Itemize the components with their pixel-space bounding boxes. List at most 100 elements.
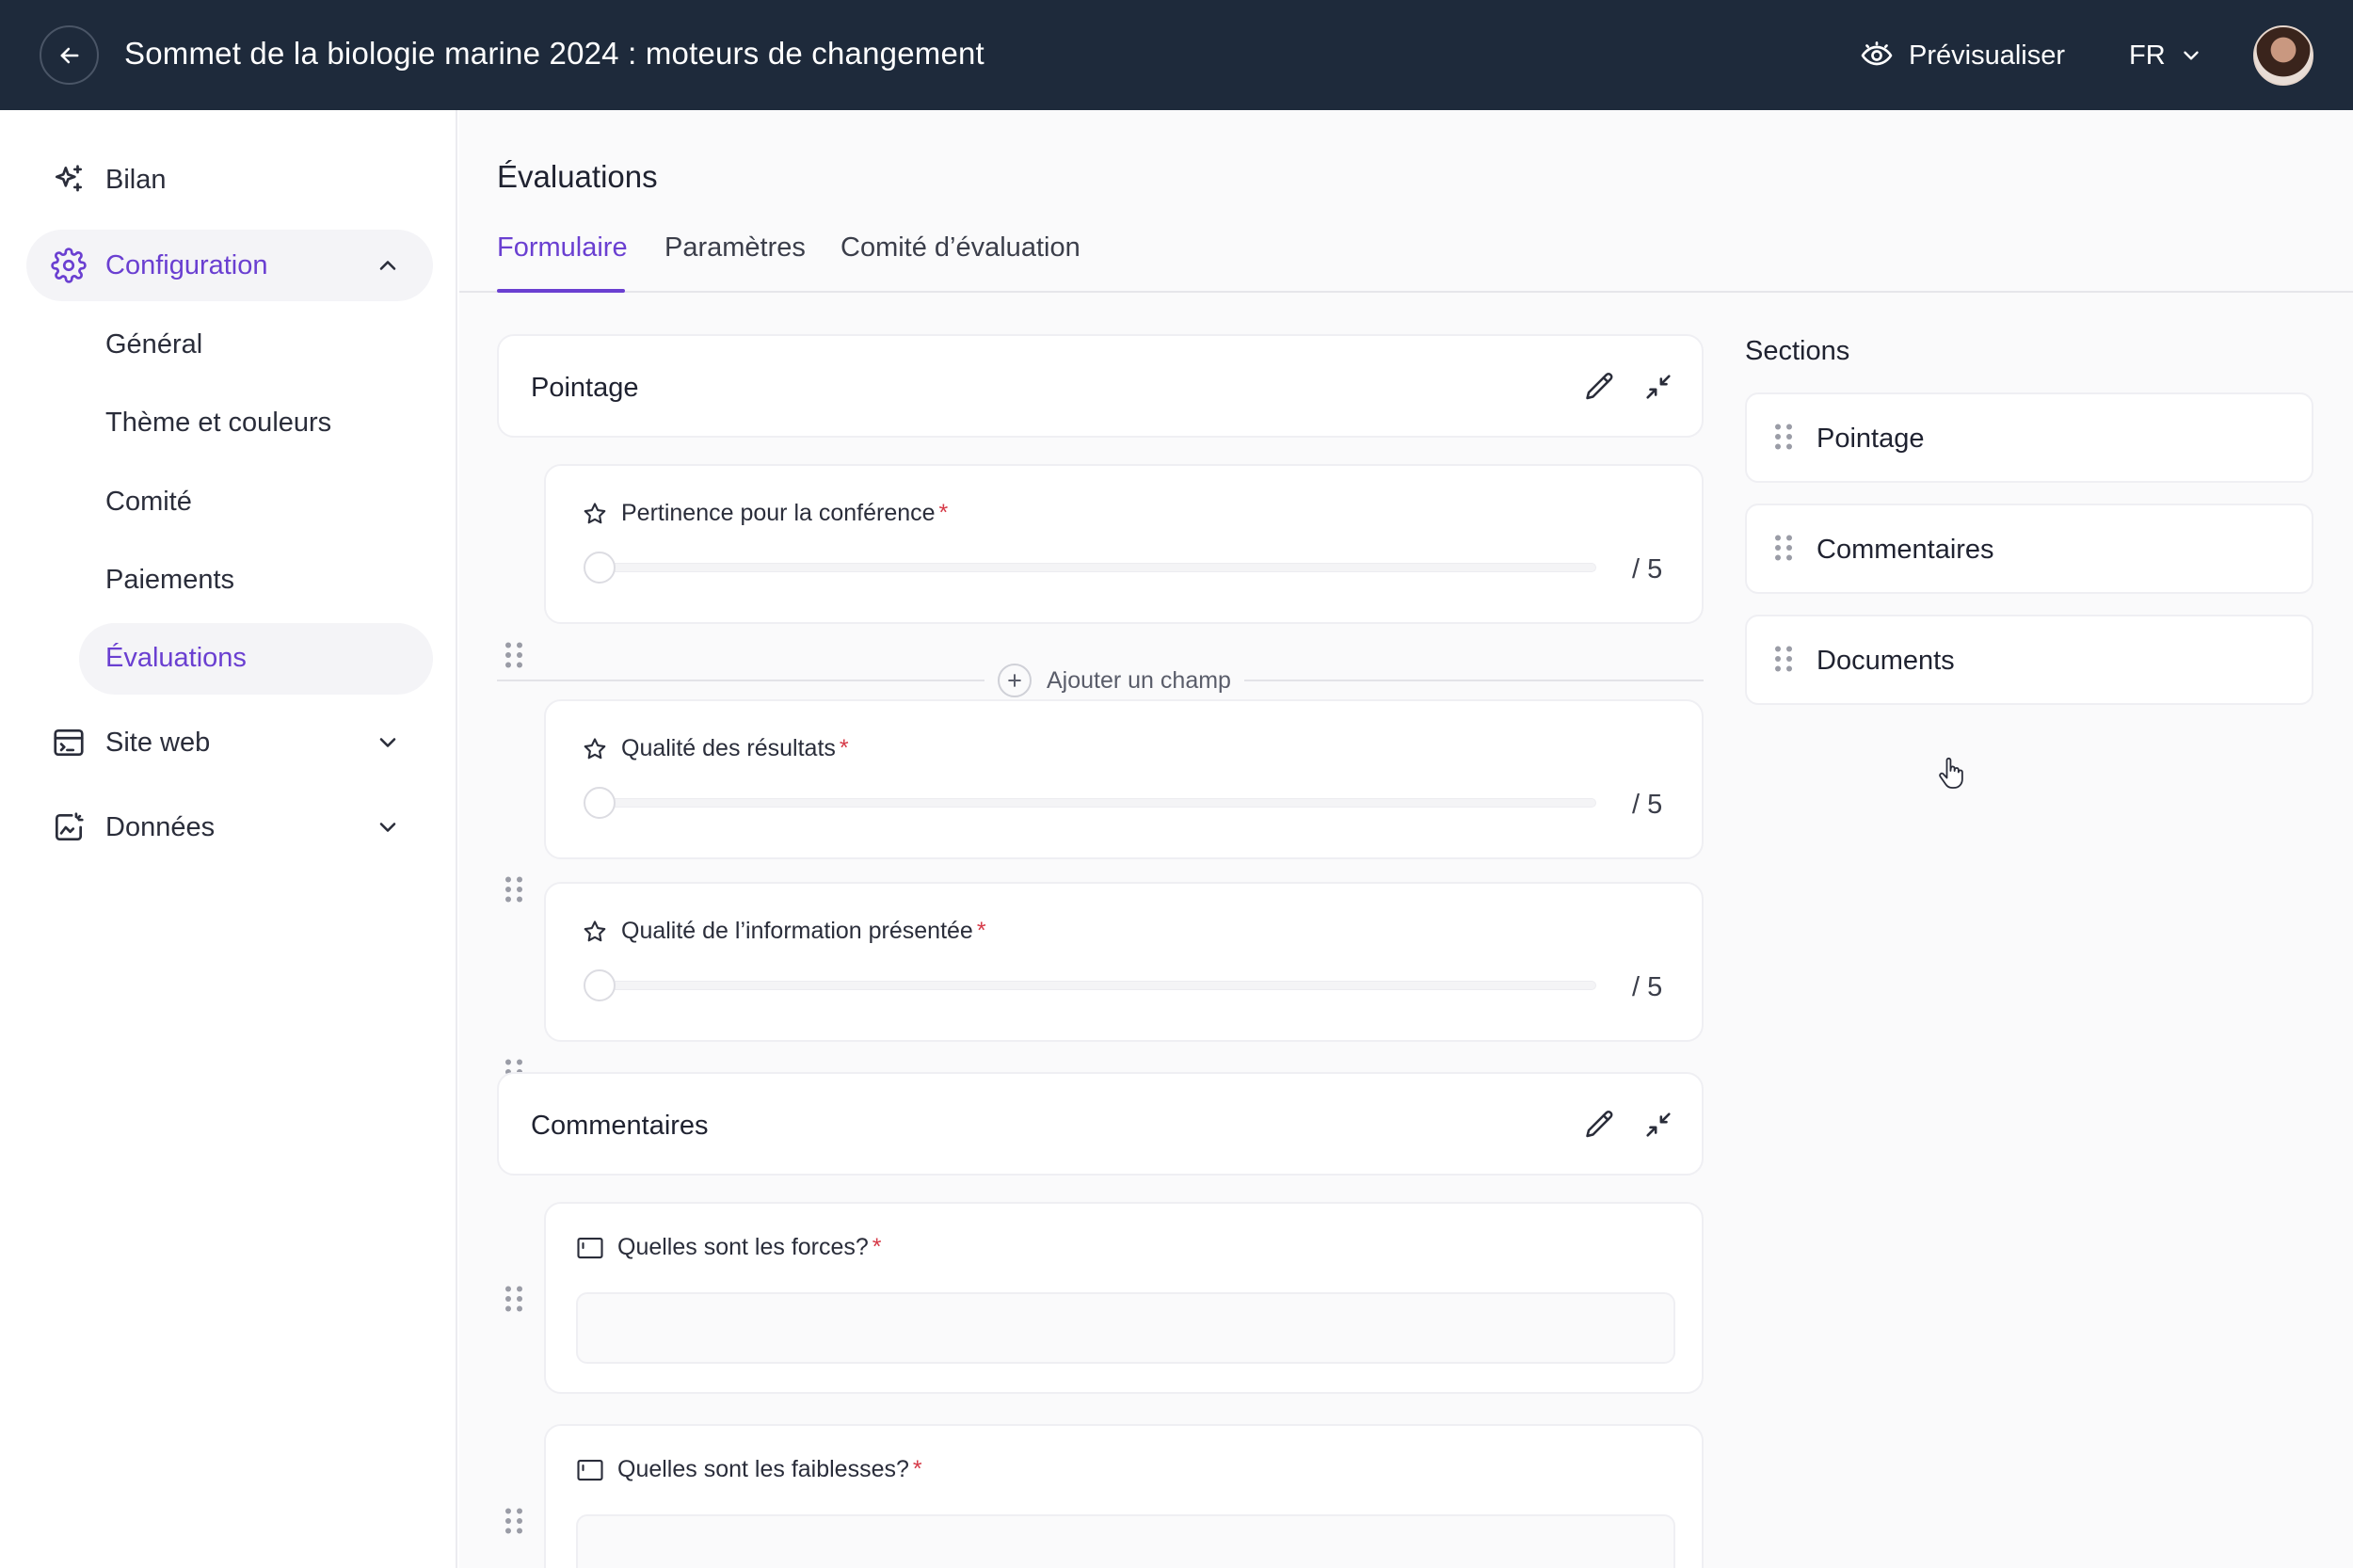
tab-parametres[interactable]: Paramètres bbox=[664, 232, 806, 264]
sections-panel-title: Sections bbox=[1745, 336, 1850, 366]
text-input[interactable] bbox=[576, 1292, 1675, 1364]
rating-max: / 5 bbox=[1632, 972, 1663, 1002]
section-nav-label: Pointage bbox=[1817, 424, 1925, 454]
field-card-text[interactable]: Quelles sont les faiblesses? * bbox=[544, 1424, 1704, 1568]
sidebar: Bilan Configuration Général Thème et cou… bbox=[0, 110, 457, 1568]
data-icon bbox=[55, 812, 84, 841]
event-title: Sommet de la biologie marine 2024 : mote… bbox=[124, 36, 984, 71]
add-field-label: Ajouter un champ bbox=[1047, 666, 1231, 694]
divider bbox=[497, 680, 986, 681]
sidebar-item-label: Configuration bbox=[105, 249, 268, 280]
text-field-icon bbox=[577, 1237, 603, 1258]
field-card-rating[interactable]: Pertinence pour la conférence * / 5 bbox=[544, 464, 1704, 624]
sparkles-icon bbox=[55, 165, 83, 192]
section-header-commentaires: Commentaires bbox=[497, 1072, 1704, 1176]
sidebar-item-donnees[interactable]: Données bbox=[51, 807, 410, 848]
text-input[interactable] bbox=[576, 1514, 1675, 1568]
sidebar-subitem-evaluations[interactable]: Évaluations bbox=[105, 643, 247, 674]
main-content: Évaluations Formulaire Paramètres Comité… bbox=[459, 110, 2353, 1568]
rating-slider-handle[interactable] bbox=[584, 969, 616, 1001]
required-asterisk: * bbox=[839, 735, 849, 761]
field-label-text: Pertinence pour la conférence bbox=[621, 500, 936, 526]
edit-section-button[interactable] bbox=[1581, 1106, 1619, 1144]
field-card-text[interactable]: Quelles sont les forces? * bbox=[544, 1202, 1704, 1394]
language-selector[interactable]: FR bbox=[2129, 34, 2203, 77]
edit-section-button[interactable] bbox=[1581, 368, 1619, 406]
field-card-rating[interactable]: Qualité des résultats * / 5 bbox=[544, 699, 1704, 859]
section-title: Commentaires bbox=[531, 1111, 709, 1141]
sidebar-subitem-paiements[interactable]: Paiements bbox=[105, 565, 234, 596]
plus-icon bbox=[998, 664, 1032, 697]
section-header-pointage: Pointage bbox=[497, 334, 1704, 438]
chevron-down-icon bbox=[2183, 51, 2199, 60]
required-asterisk: * bbox=[976, 918, 986, 944]
required-asterisk: * bbox=[872, 1234, 882, 1260]
drag-handle-icon[interactable] bbox=[1773, 534, 1794, 562]
section-title: Pointage bbox=[531, 373, 639, 403]
rating-slider-handle[interactable] bbox=[584, 552, 616, 584]
arrow-left-icon bbox=[60, 47, 78, 63]
pencil-icon bbox=[1586, 373, 1613, 400]
sidebar-subitem-general[interactable]: Général bbox=[105, 329, 202, 360]
rating-slider-handle[interactable] bbox=[584, 787, 616, 819]
star-icon bbox=[584, 920, 606, 941]
rating-slider-track[interactable] bbox=[595, 798, 1596, 808]
text-field-icon bbox=[577, 1459, 603, 1480]
required-asterisk: * bbox=[938, 500, 949, 526]
rating-max: / 5 bbox=[1632, 554, 1663, 584]
tab-active-indicator bbox=[497, 289, 625, 293]
sidebar-subitem-comite[interactable]: Comité bbox=[105, 487, 192, 518]
rating-slider-track[interactable] bbox=[595, 981, 1596, 990]
page-title: Évaluations bbox=[497, 159, 658, 194]
sidebar-item-label: Bilan bbox=[105, 164, 167, 195]
preview-button[interactable]: Prévisualiser bbox=[1860, 34, 2065, 77]
star-icon bbox=[584, 502, 606, 523]
section-nav-item[interactable]: Pointage bbox=[1745, 392, 2313, 483]
user-avatar[interactable] bbox=[2253, 25, 2313, 86]
field-label: Qualité des résultats * bbox=[582, 735, 849, 762]
eye-icon bbox=[1861, 41, 1893, 66]
section-nav-label: Documents bbox=[1817, 646, 1955, 676]
rating-max: / 5 bbox=[1632, 790, 1663, 820]
divider bbox=[1241, 680, 1704, 681]
section-nav-item[interactable]: Commentaires bbox=[1745, 504, 2313, 594]
sidebar-item-configuration[interactable]: Configuration bbox=[51, 245, 410, 286]
preview-label: Prévisualiser bbox=[1909, 40, 2065, 71]
sidebar-item-bilan[interactable]: Bilan bbox=[51, 159, 427, 200]
collapse-section-button[interactable] bbox=[1640, 368, 1677, 406]
field-label-text: Qualité des résultats bbox=[621, 735, 836, 761]
add-field-row: Ajouter un champ bbox=[497, 662, 1704, 699]
field-label: Quelles sont les faiblesses? * bbox=[576, 1456, 922, 1483]
collapse-icon bbox=[1646, 375, 1671, 399]
top-bar: Sommet de la biologie marine 2024 : mote… bbox=[0, 0, 2353, 110]
drag-handle-icon[interactable] bbox=[504, 1507, 524, 1535]
field-label: Pertinence pour la conférence * bbox=[582, 500, 948, 527]
collapse-section-button[interactable] bbox=[1640, 1106, 1677, 1144]
field-label-text: Quelles sont les forces? bbox=[617, 1234, 869, 1260]
field-label: Qualité de l’information présentée * bbox=[582, 918, 986, 945]
section-nav-item[interactable]: Documents bbox=[1745, 615, 2313, 705]
collapse-icon bbox=[1646, 1112, 1671, 1137]
chevron-up-icon bbox=[379, 261, 396, 270]
drag-handle-icon[interactable] bbox=[504, 875, 524, 904]
field-label: Quelles sont les forces? * bbox=[576, 1234, 882, 1261]
sidebar-item-site-web[interactable]: Site web bbox=[51, 722, 410, 763]
sidebar-subitem-theme[interactable]: Thème et couleurs bbox=[105, 408, 331, 439]
tab-formulaire[interactable]: Formulaire bbox=[497, 232, 628, 264]
add-field-button[interactable]: Ajouter un champ bbox=[984, 662, 1244, 699]
chevron-down-icon bbox=[379, 738, 396, 747]
sidebar-item-label: Données bbox=[105, 811, 216, 842]
rating-slider-track[interactable] bbox=[595, 563, 1596, 572]
tab-comite-evaluation[interactable]: Comité d’évaluation bbox=[840, 232, 1080, 264]
drag-handle-icon[interactable] bbox=[1773, 423, 1794, 451]
section-nav-label: Commentaires bbox=[1817, 535, 1994, 565]
chevron-down-icon bbox=[379, 823, 396, 832]
drag-handle-icon[interactable] bbox=[1773, 645, 1794, 673]
field-label-text: Qualité de l’information présentée bbox=[621, 918, 973, 944]
field-card-rating[interactable]: Qualité de l’information présentée * / 5 bbox=[544, 882, 1704, 1042]
star-icon bbox=[584, 737, 606, 759]
back-button[interactable] bbox=[40, 25, 99, 85]
drag-handle-icon[interactable] bbox=[504, 1285, 524, 1313]
field-label-text: Quelles sont les faiblesses? bbox=[617, 1456, 909, 1482]
language-label: FR bbox=[2129, 40, 2166, 71]
